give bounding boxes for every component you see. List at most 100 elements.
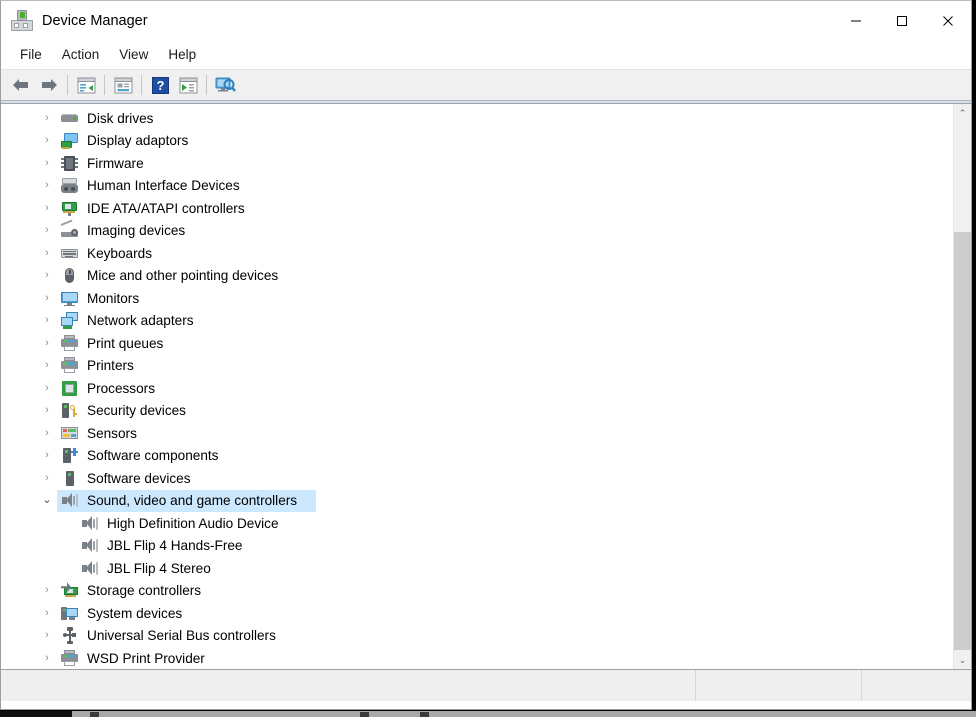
tree-item-sensors[interactable]: › Sensors — [1, 422, 953, 445]
chevron-right-icon[interactable]: › — [39, 360, 55, 371]
chevron-right-icon[interactable]: › — [39, 337, 55, 349]
chevron-right-icon[interactable]: › — [39, 585, 55, 596]
menu-item-file[interactable]: File — [11, 44, 51, 65]
tree-item-network-adapters[interactable]: › Network adapters — [1, 310, 953, 333]
chevron-right-icon[interactable]: › — [39, 652, 55, 664]
scrollbar-thumb[interactable] — [954, 232, 971, 650]
scroll-up-button[interactable]: ⌃ — [954, 104, 971, 122]
chevron-right-icon[interactable]: › — [39, 247, 55, 259]
status-bar — [1, 669, 971, 701]
tree-item-keyboards[interactable]: › Keyboards — [1, 242, 953, 265]
tree-item-processors[interactable]: › Processors — [1, 377, 953, 400]
scroll-down-button[interactable]: ⌄ — [954, 651, 971, 669]
tree-item-human-interface-devices[interactable]: › Human Interface Devices — [1, 175, 953, 198]
tree-item-system-devices[interactable]: › System devices — [1, 602, 953, 625]
taskbar-icon[interactable] — [360, 712, 369, 717]
menu-item-help[interactable]: Help — [159, 44, 205, 65]
menu-item-view[interactable]: View — [110, 44, 157, 65]
chevron-right-icon[interactable]: › — [39, 270, 55, 281]
firmware-icon — [61, 155, 78, 172]
status-pane-message — [1, 670, 696, 701]
tree-item-label: Software components — [87, 448, 219, 464]
tree-item-label: System devices — [87, 605, 183, 621]
tree-item-wsd-print-provider[interactable]: › WSD Print Provider — [1, 647, 953, 669]
status-text-tertiary — [862, 670, 971, 677]
tree-item-monitors[interactable]: › Monitors — [1, 287, 953, 310]
tree-item-label: Software devices — [87, 470, 191, 486]
chevron-right-icon[interactable]: › — [39, 382, 55, 394]
chevron-right-icon[interactable]: › — [39, 405, 55, 416]
processor-icon — [61, 380, 78, 397]
tree-item-universal-serial-bus-controllers[interactable]: › Universal Serial Bus controllers — [1, 625, 953, 648]
forward-button[interactable] — [35, 72, 63, 98]
tree-item-jbl-flip-4-hands-free[interactable]: JBL Flip 4 Hands-Free — [1, 535, 953, 558]
speaker-icon — [81, 515, 98, 532]
status-text — [1, 670, 695, 677]
tree-item-mice-and-other-pointing-devices[interactable]: › Mice and other pointing devices — [1, 265, 953, 288]
tree-item-software-devices[interactable]: › Software devices — [1, 467, 953, 490]
chevron-right-icon[interactable]: › — [39, 225, 55, 236]
chevron-right-icon[interactable]: › — [39, 180, 55, 191]
tree-item-label: Storage controllers — [87, 583, 202, 599]
taskbar-icon[interactable] — [420, 712, 429, 717]
close-button[interactable] — [925, 1, 971, 41]
maximize-button[interactable] — [879, 1, 925, 41]
minimize-button[interactable] — [833, 1, 879, 41]
tree-item-label: JBL Flip 4 Hands-Free — [107, 538, 243, 554]
speaker-icon — [81, 560, 98, 577]
storage-controller-icon — [61, 582, 78, 599]
tree-item-label: JBL Flip 4 Stereo — [107, 560, 211, 576]
show-hide-console-tree-button[interactable] — [72, 72, 100, 98]
menu-item-action[interactable]: Action — [53, 44, 109, 65]
imaging-device-icon — [60, 219, 78, 239]
taskbar-sliver — [0, 711, 976, 717]
chevron-right-icon[interactable]: › — [39, 112, 55, 124]
tree-item-security-devices[interactable]: › Security devices — [1, 400, 953, 423]
back-button[interactable] — [7, 72, 35, 98]
chevron-right-icon[interactable]: › — [39, 292, 55, 304]
human-interface-device-icon — [61, 177, 78, 194]
tree-item-sound-video-and-game-controllers[interactable]: ⌄ Sound, video and game controllers — [1, 489, 953, 512]
chevron-right-icon[interactable]: › — [39, 157, 55, 169]
tree-item-label: Monitors — [87, 290, 140, 306]
tree-item-label: Processors — [87, 380, 155, 396]
desktop-background: Device Manager File Action View Help ? ›… — [0, 0, 976, 717]
tree-item-software-components[interactable]: › Software components — [1, 445, 953, 468]
tree-item-label: Human Interface Devices — [87, 178, 240, 194]
properties-button[interactable] — [109, 72, 137, 98]
chevron-right-icon[interactable]: › — [39, 202, 55, 214]
tree-item-disk-drives[interactable]: › Disk drives — [1, 107, 953, 130]
window-controls — [833, 1, 971, 41]
tree-item-printers[interactable]: › Printers — [1, 355, 953, 378]
taskbar-start-region — [0, 711, 72, 717]
chevron-right-icon[interactable]: › — [39, 472, 55, 484]
monitor-icon — [61, 290, 78, 307]
tree-item-display-adaptors[interactable]: › Display adaptors — [1, 130, 953, 153]
tree-item-print-queues[interactable]: › Print queues — [1, 332, 953, 355]
chevron-right-icon[interactable]: › — [39, 630, 55, 641]
scan-for-hardware-changes-button[interactable] — [211, 72, 239, 98]
help-button[interactable]: ? — [146, 72, 174, 98]
tree-item-firmware[interactable]: › Firmware — [1, 152, 953, 175]
chevron-right-icon[interactable]: › — [39, 607, 55, 619]
menu-bar: File Action View Help — [1, 41, 971, 69]
tree-item-jbl-flip-4-stereo[interactable]: JBL Flip 4 Stereo — [1, 557, 953, 580]
tree-item-high-definition-audio-device[interactable]: High Definition Audio Device — [1, 512, 953, 535]
software-device-icon — [61, 470, 78, 487]
disk-drive-icon — [61, 110, 78, 127]
chevron-right-icon[interactable]: › — [39, 427, 55, 439]
scan-hardware-icon — [215, 77, 236, 92]
tree-item-ide-ata-atapi-controllers[interactable]: › IDE ATA/ATAPI controllers — [1, 197, 953, 220]
chevron-right-icon[interactable]: › — [39, 135, 55, 146]
chevron-down-icon[interactable]: ⌄ — [39, 495, 55, 506]
toolbar: ? — [1, 69, 971, 101]
tree-item-storage-controllers[interactable]: › Storage controllers — [1, 580, 953, 603]
tree-item-label: Disk drives — [87, 110, 154, 126]
vertical-scrollbar[interactable]: ⌃ ⌄ — [953, 104, 971, 669]
device-tree[interactable]: › Disk drives › Display adaptors › Firmw… — [1, 107, 953, 669]
chevron-right-icon[interactable]: › — [39, 450, 55, 461]
update-driver-button[interactable] — [174, 72, 202, 98]
tree-item-imaging-devices[interactable]: › Imaging devices — [1, 219, 953, 243]
chevron-right-icon[interactable]: › — [39, 315, 55, 326]
taskbar-icon[interactable] — [90, 712, 99, 717]
